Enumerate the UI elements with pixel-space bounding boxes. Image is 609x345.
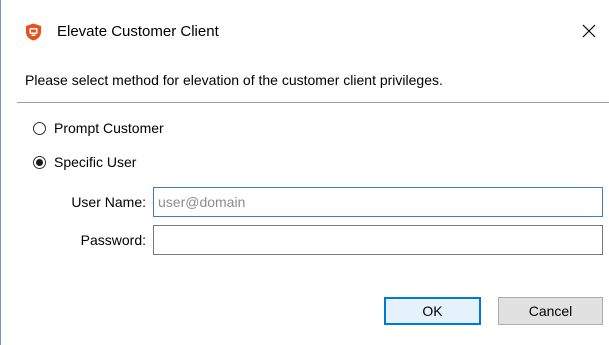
instruction-text: Please select method for elevation of th… [25,72,443,88]
elevate-dialog: Elevate Customer Client Please select me… [0,0,609,345]
ok-button[interactable]: OK [384,297,481,325]
close-button[interactable] [569,14,609,50]
password-input[interactable] [153,225,603,255]
radio-specific-user[interactable]: Specific User [33,152,136,172]
radio-button[interactable] [33,121,46,135]
close-icon [582,24,596,41]
password-label: Password: [80,232,146,248]
radio-prompt-customer[interactable]: Prompt Customer [33,118,164,138]
radio-button[interactable] [33,155,46,169]
radio-label: Specific User [54,154,137,170]
title-bar[interactable]: Elevate Customer Client [1,0,609,64]
divider [17,102,609,103]
user-name-label: User Name: [71,194,146,210]
user-name-input[interactable] [153,187,603,217]
window-title: Elevate Customer Client [57,23,219,40]
radio-label: Prompt Customer [54,120,164,136]
cancel-button[interactable]: Cancel [498,297,603,325]
shield-app-icon [25,23,42,41]
